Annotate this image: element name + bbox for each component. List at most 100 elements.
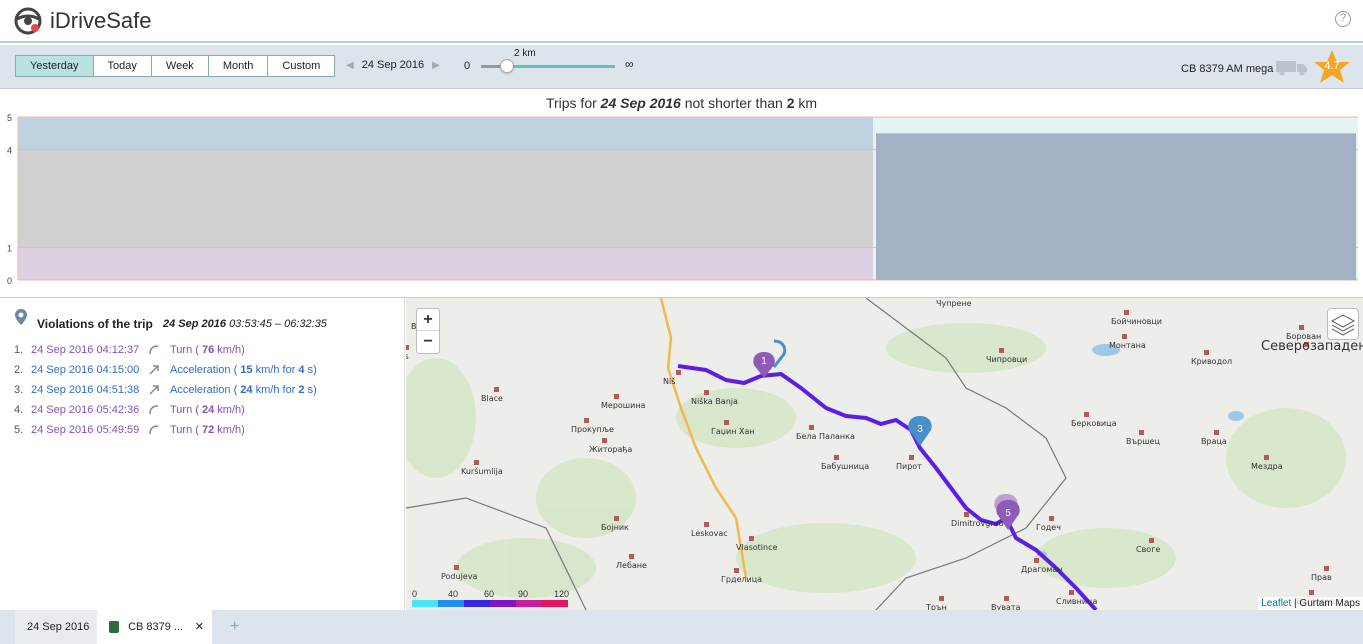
tab-vehicle[interactable]: CB 8379 ... ✕ <box>97 610 212 644</box>
violation-description: Acceleration ( 15 km/h for 4 s) <box>170 364 317 376</box>
legend-color-1 <box>438 600 464 607</box>
layers-icon <box>1330 314 1356 336</box>
town-dot <box>629 554 634 559</box>
bottom-tab-bar: 24 Sep 2016 CB 8379 ... ✕ + <box>0 610 1363 644</box>
close-tab-icon[interactable]: ✕ <box>195 610 204 644</box>
zoom-in-button[interactable]: + <box>417 309 439 331</box>
violation-row[interactable]: 1. 24 Sep 2016 04:12:37 Turn ( 76 km/h) <box>14 340 317 360</box>
town-dot <box>1004 596 1009 601</box>
violation-row[interactable]: 3. 24 Sep 2016 04:51:38 Acceleration ( 24 … <box>14 380 317 400</box>
chart-title-mid: not shorter than <box>684 95 783 111</box>
legend-tick-1: 40 <box>448 589 458 599</box>
help-icon[interactable]: ? <box>1335 11 1351 27</box>
chart-bar-0[interactable] <box>876 133 1356 280</box>
town-label: Грделица <box>721 575 762 584</box>
violation-description: Turn ( 72 km/h) <box>170 424 245 436</box>
chart-title-prefix: Trips for <box>545 95 597 111</box>
chart-band-2 <box>18 117 873 150</box>
town-dot <box>704 390 709 395</box>
chart-title-date: 24 Sep 2016 <box>600 95 681 111</box>
period-today-button[interactable]: Today <box>93 56 152 76</box>
town-dot <box>1214 430 1219 435</box>
town-label: Своге <box>1136 545 1160 554</box>
violation-number: 3. <box>14 384 24 396</box>
slider-min-label: 0 <box>464 60 471 72</box>
chart-title-value: 2 <box>786 95 795 111</box>
town-label: Бојник <box>601 523 629 532</box>
violation-row[interactable]: 5. 24 Sep 2016 05:49:59 Turn ( 72 km/h) <box>14 420 317 440</box>
violation-time[interactable]: 24 Sep 2016 04:12:37 <box>31 344 148 356</box>
app-header: iDriveSafe ? <box>0 0 1363 43</box>
vehicle-name: CB 8379 AM mega <box>1181 63 1274 75</box>
violations-panel: Violations of the trip 24 Sep 2016 03:53… <box>0 298 405 610</box>
town-label: Чупрене <box>936 299 972 308</box>
attribution-text: | Gurtam Maps <box>1294 598 1360 609</box>
town-label: Vlasotince <box>736 543 777 552</box>
town-dot <box>1069 590 1074 595</box>
town-label: Лебане <box>616 561 647 570</box>
period-yesterday-button[interactable]: Yesterday <box>16 56 94 76</box>
violation-row[interactable]: 4. 24 Sep 2016 05:42:36 Turn ( 24 km/h) <box>14 400 317 420</box>
speed-legend: 0 40 60 90 120 <box>412 589 569 607</box>
town-dot <box>1049 516 1054 521</box>
town-dot <box>614 394 619 399</box>
town-label: Чипровци <box>986 355 1027 364</box>
town-label: Бабушница <box>821 462 869 471</box>
add-tab-button[interactable]: + <box>218 610 251 644</box>
leaflet-link[interactable]: Leaflet <box>1261 598 1291 609</box>
town-dot <box>1264 455 1269 460</box>
toolbar: Yesterday Today Week Month Custom ◀ 24 S… <box>0 45 1363 89</box>
violation-time[interactable]: 24 Sep 2016 04:51:38 <box>31 384 148 396</box>
period-custom-button[interactable]: Custom <box>268 56 335 76</box>
chart-band-0 <box>18 247 873 280</box>
route-map[interactable]: Чупрене Бойчиновци Монтана Кривoдол Борован С… <box>406 298 1363 610</box>
violation-row[interactable]: 2. 24 Sep 2016 04:15:00 Acceleration ( 15 … <box>14 360 317 380</box>
prev-date-icon[interactable]: ◀ <box>346 60 354 71</box>
town-label: Гаџин Хан <box>711 427 755 436</box>
town-label: Житорађа <box>589 445 632 454</box>
chart-ytick-1: 1 <box>7 243 12 253</box>
steering-wheel-logo-icon <box>14 7 42 35</box>
town-dot <box>999 348 1004 353</box>
layers-button[interactable] <box>1327 308 1359 340</box>
map-canvas[interactable]: ЧупренеБойчиновциМонтанаКривoдолБорованС… <box>406 298 1363 610</box>
tab-date[interactable]: 24 Sep 2016 <box>15 610 102 644</box>
town-dot <box>1034 558 1039 563</box>
turn-icon <box>148 423 170 437</box>
marker-3[interactable]: 3 <box>908 416 932 446</box>
town-dot <box>1139 430 1144 435</box>
town-label: Сливница <box>1056 597 1097 606</box>
town-dot <box>614 516 619 521</box>
period-selector: Yesterday Today Week Month Custom <box>15 55 336 77</box>
map-attribution: Leaflet | Gurtam Maps <box>1258 597 1363 610</box>
legend-color-3 <box>490 600 516 607</box>
trip-time: 03:53:45 – 06:32:35 <box>229 318 327 330</box>
town-dot <box>1122 334 1127 339</box>
next-date-icon[interactable]: ▶ <box>432 60 440 71</box>
town-dot <box>454 565 459 570</box>
period-month-button[interactable]: Month <box>208 56 269 76</box>
chart-ytick-2: 4 <box>7 146 12 156</box>
town-dot <box>749 536 754 541</box>
zoom-control: + − <box>416 308 440 354</box>
violation-time[interactable]: 24 Sep 2016 05:49:59 <box>31 424 148 436</box>
zoom-out-button[interactable]: − <box>417 331 439 353</box>
town-dot <box>734 568 739 573</box>
distance-slider-handle[interactable] <box>500 59 514 73</box>
violation-time[interactable]: 24 Sep 2016 05:42:36 <box>31 404 148 416</box>
vehicle-tab-icon <box>109 621 119 634</box>
trips-chart: 0 1 4 5 <box>0 110 1363 288</box>
violation-time[interactable]: 24 Sep 2016 04:15:00 <box>31 364 148 376</box>
town-label: Вувата <box>991 603 1021 610</box>
legend-tick-4: 120 <box>554 589 569 599</box>
town-label: Драгоман <box>1021 565 1063 574</box>
chart-ytick-3: 5 <box>7 113 12 123</box>
trip-date: 24 Sep 2016 <box>163 318 226 330</box>
town-dot <box>1084 412 1089 417</box>
period-week-button[interactable]: Week <box>151 56 209 76</box>
violation-number: 5. <box>14 424 24 436</box>
acceleration-icon <box>148 363 170 377</box>
town-label: Kuršumlija <box>461 466 503 476</box>
chart-ytick-0: 0 <box>7 276 12 286</box>
legend-color-5 <box>542 600 568 607</box>
